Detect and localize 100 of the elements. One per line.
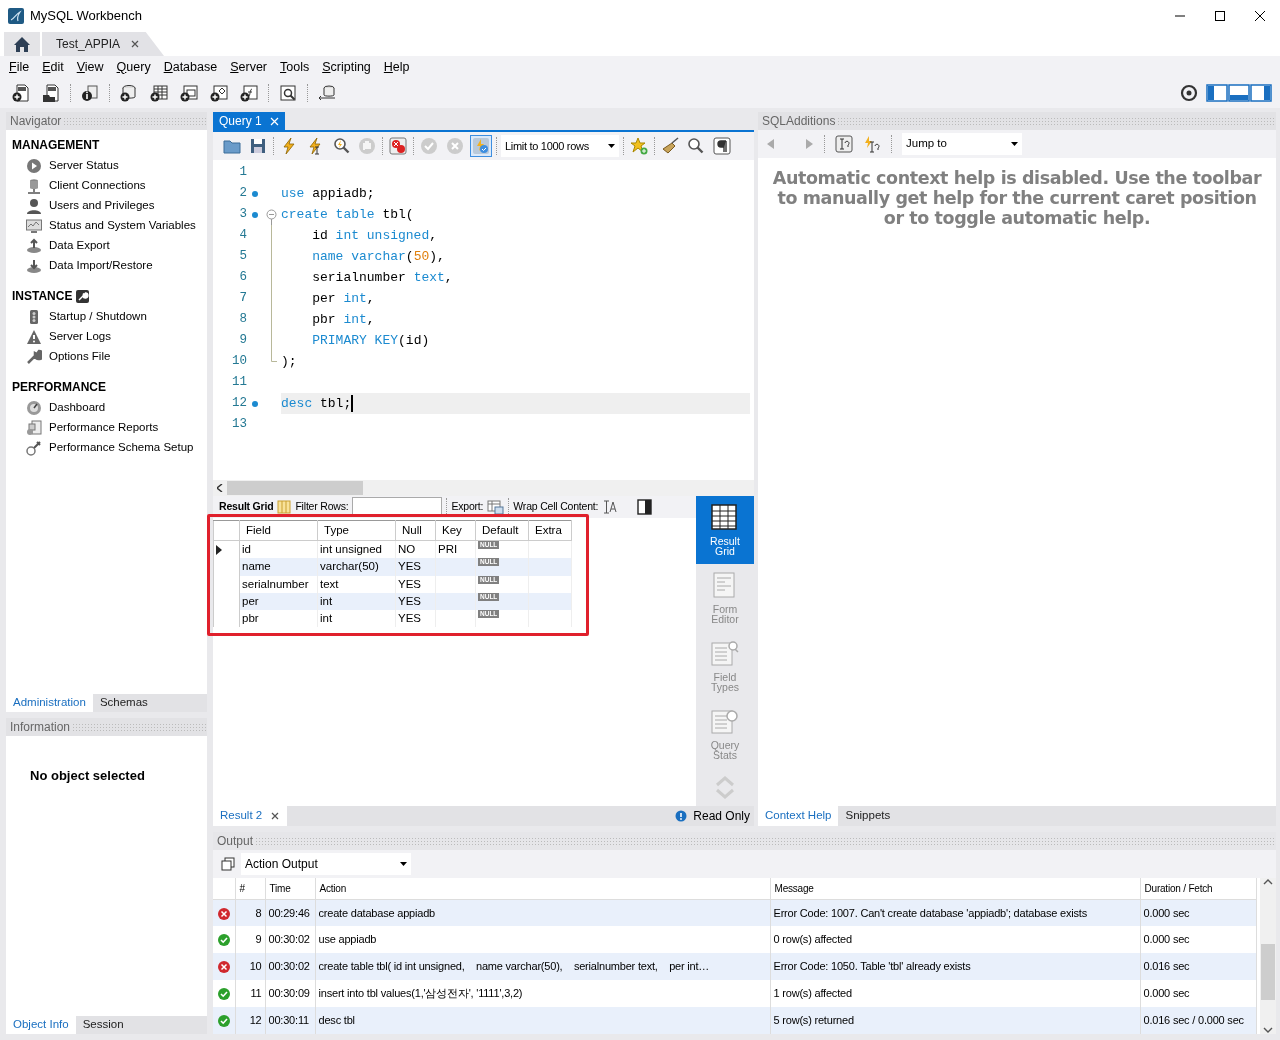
help-message: Automatic context help is disabled. Use the toolbar to manually get help for the current caret position or to toggle automatic help. bbox=[772, 168, 1262, 228]
results-title: Result Grid bbox=[219, 499, 274, 515]
sql-file-add-icon bbox=[12, 84, 30, 102]
limit-dropdown[interactable]: Limit to 1000 rows bbox=[501, 135, 619, 157]
menu-item[interactable]: Edit bbox=[37, 57, 72, 77]
error-stop-button[interactable] bbox=[387, 135, 409, 157]
result-tab[interactable]: Result 2 bbox=[213, 806, 288, 826]
line-number: 2 bbox=[238, 185, 247, 203]
database-monitor-icon bbox=[26, 178, 42, 194]
procedure-add-button[interactable] bbox=[208, 82, 230, 104]
line-number: 7 bbox=[238, 290, 247, 308]
table-add-button[interactable] bbox=[148, 82, 170, 104]
navigator-item[interactable]: Users and Privileges bbox=[12, 196, 207, 216]
panel-tab[interactable]: Snippets bbox=[838, 806, 898, 826]
stop-hand-icon bbox=[358, 137, 376, 155]
star-add-button[interactable] bbox=[628, 135, 650, 157]
code-line: id int unsigned, bbox=[311, 226, 438, 245]
panel-tab[interactable]: Session bbox=[75, 1016, 131, 1034]
wrap-text-icon[interactable] bbox=[602, 500, 618, 514]
panel-toggle-icon[interactable] bbox=[637, 499, 653, 515]
table-cell: 0.000 sec bbox=[1143, 933, 1190, 946]
bottom-panel-toggle-icon[interactable] bbox=[1228, 84, 1250, 102]
sidebar-left-toggle-icon[interactable] bbox=[1206, 84, 1228, 102]
table-stopwatch-icon bbox=[711, 708, 739, 736]
table-cell: 1 row(s) affected bbox=[773, 987, 852, 1000]
navigator-item[interactable]: Data Import/Restore bbox=[12, 256, 207, 276]
table-cell: 8 bbox=[255, 906, 262, 919]
info-icon bbox=[81, 84, 99, 102]
maximize-icon[interactable] bbox=[1215, 11, 1225, 21]
panel-tab[interactable]: Schemas bbox=[92, 694, 155, 712]
check-circle-button[interactable] bbox=[418, 135, 440, 157]
query-tab[interactable]: Query 1 bbox=[213, 112, 285, 130]
info-button[interactable] bbox=[79, 82, 101, 104]
close-icon[interactable] bbox=[1255, 11, 1265, 21]
panel-tab[interactable]: Object Info bbox=[6, 1016, 76, 1034]
save-icon bbox=[249, 137, 267, 155]
line-number: 6 bbox=[238, 269, 247, 287]
scroll-left-icon[interactable] bbox=[217, 484, 223, 492]
navigator-item[interactable]: Data Export bbox=[12, 236, 207, 256]
statement-dot-icon bbox=[252, 400, 258, 407]
menu-item[interactable]: Help bbox=[378, 57, 418, 77]
export-label: Export: bbox=[451, 499, 484, 515]
navigator-item[interactable]: Startup / Shutdown bbox=[12, 307, 207, 327]
table-cell: name bbox=[242, 560, 271, 573]
table-cell: create database appiadb bbox=[318, 906, 435, 919]
navigator-item[interactable]: Server Status bbox=[12, 156, 207, 176]
navigator-item[interactable]: Dashboard bbox=[12, 398, 207, 418]
home-icon bbox=[13, 35, 31, 53]
line-number: 1 bbox=[238, 164, 247, 182]
menu-item[interactable]: View bbox=[71, 57, 112, 77]
export-icon[interactable] bbox=[487, 499, 505, 515]
item-label: Users and Privileges bbox=[49, 198, 155, 214]
menu-item[interactable]: Scripting bbox=[317, 57, 379, 77]
fold-toggle-icon[interactable] bbox=[266, 209, 277, 225]
table-cell: 12 bbox=[249, 1014, 262, 1027]
menu-item[interactable]: Database bbox=[158, 57, 226, 77]
tab-label: Test_APPIA bbox=[56, 36, 121, 53]
scroll-up-icon[interactable] bbox=[1263, 878, 1273, 886]
vertical-scrollbar[interactable] bbox=[1260, 878, 1276, 1034]
panel-tab[interactable]: Context Help bbox=[758, 806, 839, 826]
navigator-item[interactable]: Performance Reports bbox=[12, 418, 207, 438]
pilcrow-button[interactable] bbox=[711, 135, 733, 157]
table-cell: 0.000 sec bbox=[1143, 906, 1190, 919]
sql-file-open-button[interactable] bbox=[40, 82, 62, 104]
horizontal-scrollbar[interactable] bbox=[213, 480, 754, 496]
menu-item[interactable]: Tools bbox=[275, 57, 318, 77]
close-icon[interactable] bbox=[270, 811, 281, 821]
scroll-down-icon[interactable] bbox=[1263, 1026, 1273, 1034]
home-tab[interactable] bbox=[4, 32, 40, 56]
navigator-item[interactable]: Client Connections bbox=[12, 176, 207, 196]
panel-title: SQLAdditions bbox=[762, 113, 836, 130]
panel-title: Output bbox=[217, 833, 254, 850]
sql-file-add-button[interactable] bbox=[10, 82, 32, 104]
connection-tab[interactable]: Test_APPIA bbox=[42, 32, 165, 56]
database-add-icon bbox=[120, 84, 138, 102]
view-add-button[interactable] bbox=[178, 82, 200, 104]
function-add-button[interactable] bbox=[238, 82, 260, 104]
menu-item[interactable]: File bbox=[4, 57, 38, 77]
autocommit-icon bbox=[472, 137, 490, 155]
jump-to-dropdown[interactable]: Jump to bbox=[902, 133, 1022, 155]
menu-item[interactable]: Server bbox=[225, 57, 275, 77]
navigator-item[interactable]: Server Logs bbox=[12, 327, 207, 347]
table-cell: per bbox=[242, 594, 259, 607]
navigator-item[interactable]: Status and System Variables bbox=[12, 216, 207, 236]
auto-help-icon[interactable] bbox=[863, 135, 881, 153]
copy-icon[interactable] bbox=[221, 857, 235, 871]
manual-help-icon[interactable] bbox=[835, 135, 853, 153]
panel-tab[interactable]: Administration bbox=[6, 694, 93, 712]
navigator-item[interactable]: Options File bbox=[12, 347, 207, 367]
output-mode-dropdown[interactable]: Action Output bbox=[241, 853, 411, 875]
filter-input[interactable] bbox=[352, 497, 443, 517]
search-table-button[interactable] bbox=[277, 82, 299, 104]
menu-item[interactable]: Query bbox=[111, 57, 159, 77]
item-label: Client Connections bbox=[49, 178, 146, 194]
error-icon bbox=[217, 961, 230, 974]
autocommit-toggle[interactable] bbox=[470, 135, 492, 157]
sidebar-right-toggle-icon[interactable] bbox=[1250, 84, 1272, 102]
navigator-item[interactable]: Performance Schema Setup bbox=[12, 438, 207, 458]
result-view-tab[interactable]: Result Grid bbox=[696, 496, 754, 564]
settings-icon[interactable] bbox=[1180, 84, 1198, 102]
